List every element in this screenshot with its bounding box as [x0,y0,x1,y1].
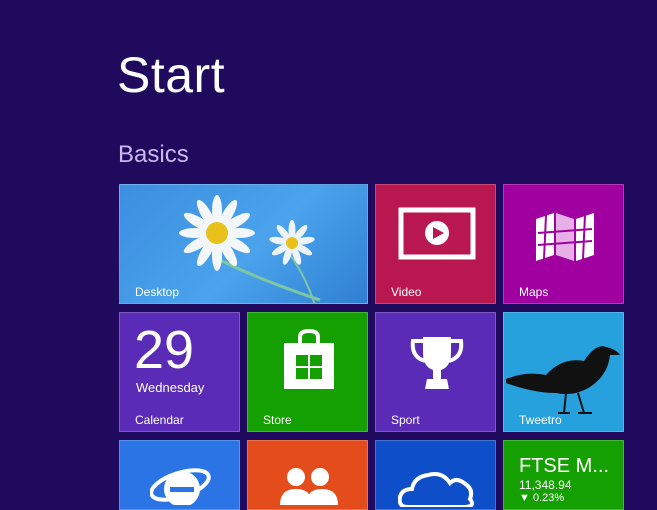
people-icon [280,468,338,505]
video-icon [398,207,476,260]
store-bag-icon [284,329,334,389]
tile-store[interactable]: Store [247,312,368,432]
tile-maps[interactable]: Maps [503,184,624,304]
start-title: Start [117,47,226,103]
tile-skydrive[interactable] [375,440,496,510]
tile-desktop-label: Desktop [135,285,180,299]
tile-internet-explorer[interactable] [119,440,240,510]
internet-explorer-icon [150,468,211,505]
finance-index-value: 11,348.94 [519,478,572,492]
tile-people[interactable] [247,440,368,510]
group-label-basics: Basics [118,141,189,168]
tile-maps-label: Maps [519,285,549,299]
tile-sport[interactable]: Sport [375,312,496,432]
calendar-weekday: Wednesday [136,380,205,395]
tile-sport-label: Sport [391,413,420,427]
map-icon [536,213,594,261]
tile-calendar[interactable]: 29 Wednesday Calendar [119,312,240,432]
tile-video[interactable]: Video [375,184,496,304]
tile-tweetro-label: Tweetro [519,413,562,427]
tile-calendar-label: Calendar [135,413,184,427]
bird-icon [506,346,620,414]
finance-index-name: FTSE M... [519,455,609,477]
tile-store-label: Store [263,413,292,427]
tile-finance[interactable]: FTSE M... 11,348.94 ▼ 0.23% [503,440,624,510]
trophy-icon [410,337,464,389]
tile-video-label: Video [391,285,422,299]
tile-desktop[interactable]: Desktop [119,184,368,304]
calendar-date: 29 [134,320,195,380]
tile-tweetro[interactable]: Tweetro [503,312,624,432]
cloud-icon [398,472,474,507]
